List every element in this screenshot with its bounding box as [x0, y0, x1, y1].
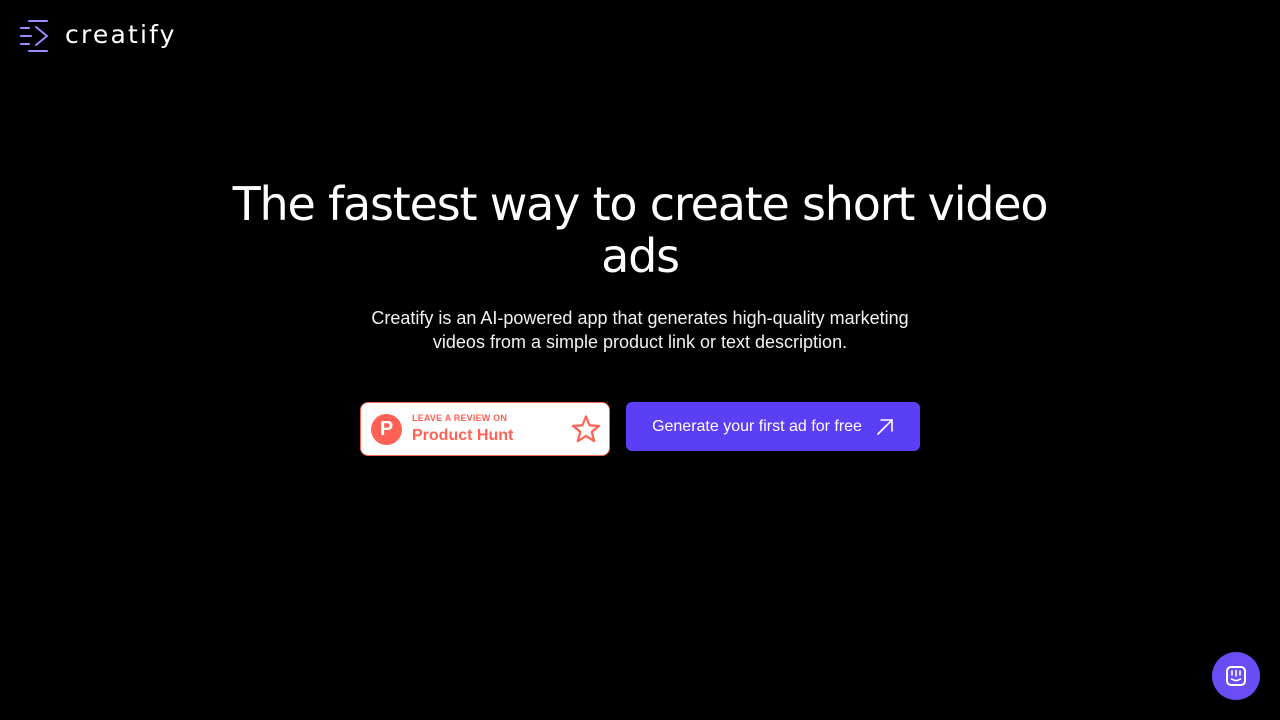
hero-section: The fastest way to create short video ad… [0, 178, 1280, 354]
product-hunt-title: Product Hunt [412, 426, 514, 444]
hero-subheadline: Creatify is an AI-powered app that gener… [371, 308, 909, 352]
star-icon [571, 415, 601, 443]
chat-icon [1226, 666, 1246, 686]
creatify-logo-icon [20, 20, 48, 52]
product-hunt-review-badge[interactable]: P LEAVE A REVIEW ON Product Hunt [360, 402, 610, 456]
product-hunt-logo-icon: P [371, 413, 402, 445]
logo-text: creatify [65, 19, 177, 49]
arrow-up-right-icon [877, 418, 893, 435]
hero-headline: The fastest way to create short video ad… [232, 177, 1049, 283]
product-hunt-text: LEAVE A REVIEW ON Product Hunt [412, 413, 571, 446]
generate-first-ad-button[interactable]: Generate your first ad for free [626, 402, 920, 451]
cta-row: P LEAVE A REVIEW ON Product Hunt Generat… [360, 402, 920, 456]
chat-launcher-button[interactable] [1212, 652, 1260, 700]
page: creatify The fastest way to create short… [0, 0, 1280, 720]
product-hunt-kicker: LEAVE A REVIEW ON [412, 412, 508, 423]
generate-first-ad-label: Generate your first ad for free [652, 417, 862, 435]
logo-link[interactable]: creatify [20, 19, 177, 53]
